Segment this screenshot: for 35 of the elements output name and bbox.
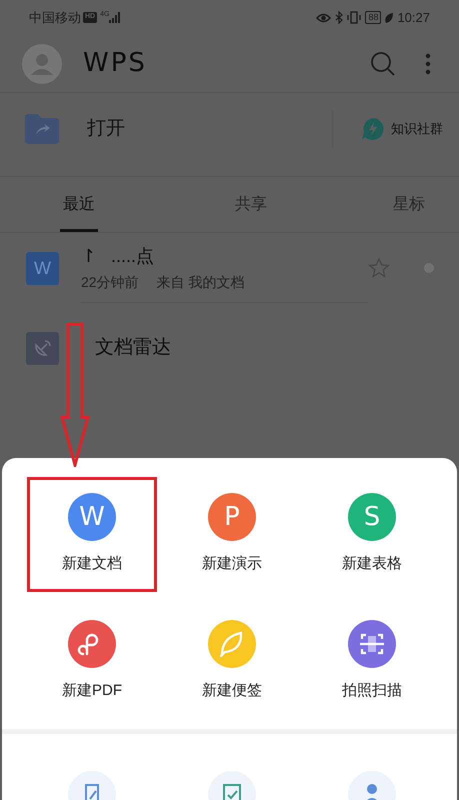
- new-note-button[interactable]: 新建便签: [167, 604, 297, 719]
- new-file-button[interactable]: S 新建表格: [307, 477, 437, 592]
- tab[interactable]: 共享: [232, 193, 270, 232]
- note-icon: [208, 620, 256, 668]
- clock-time: 10:27: [397, 8, 430, 27]
- new-pdf-button[interactable]: 新建PDF: [27, 604, 157, 719]
- open-button[interactable]: 打开: [87, 114, 125, 144]
- tab[interactable]: 最近: [60, 193, 98, 232]
- eye-icon: [316, 12, 332, 24]
- leaf-icon: [384, 12, 394, 24]
- tab[interactable]: 星标: [390, 193, 428, 232]
- file-name[interactable]: ↾ .....点: [81, 242, 368, 270]
- radar-icon: [26, 332, 59, 364]
- community-icon: [361, 117, 385, 141]
- avatar-icon[interactable]: [22, 44, 62, 84]
- document-icon: W: [26, 252, 59, 284]
- pdf-icon: [68, 620, 116, 668]
- file-time: 22分钟前: [81, 272, 139, 292]
- star-icon[interactable]: [368, 257, 390, 279]
- bluetooth-icon: [335, 11, 344, 24]
- file-source: 来自 我的文档: [156, 272, 244, 292]
- signal-icon: [109, 12, 122, 23]
- new-file-button[interactable]: W 新建文档: [27, 477, 157, 592]
- new-file-button[interactable]: P 新建演示: [167, 477, 297, 592]
- search-icon[interactable]: [370, 50, 396, 76]
- more-icon[interactable]: [425, 52, 431, 74]
- vibrate-icon: [347, 11, 362, 24]
- scan-icon: [348, 620, 396, 668]
- community-link[interactable]: 知识社群: [391, 119, 443, 139]
- carrier-name: 中国移动: [29, 8, 81, 27]
- app-logo: WPS: [83, 47, 147, 80]
- battery-level: 88: [365, 11, 382, 24]
- new-scan-button[interactable]: 拍照扫描: [307, 604, 437, 719]
- folder-icon: [25, 114, 59, 144]
- radar-label[interactable]: 文档雷达: [95, 334, 171, 362]
